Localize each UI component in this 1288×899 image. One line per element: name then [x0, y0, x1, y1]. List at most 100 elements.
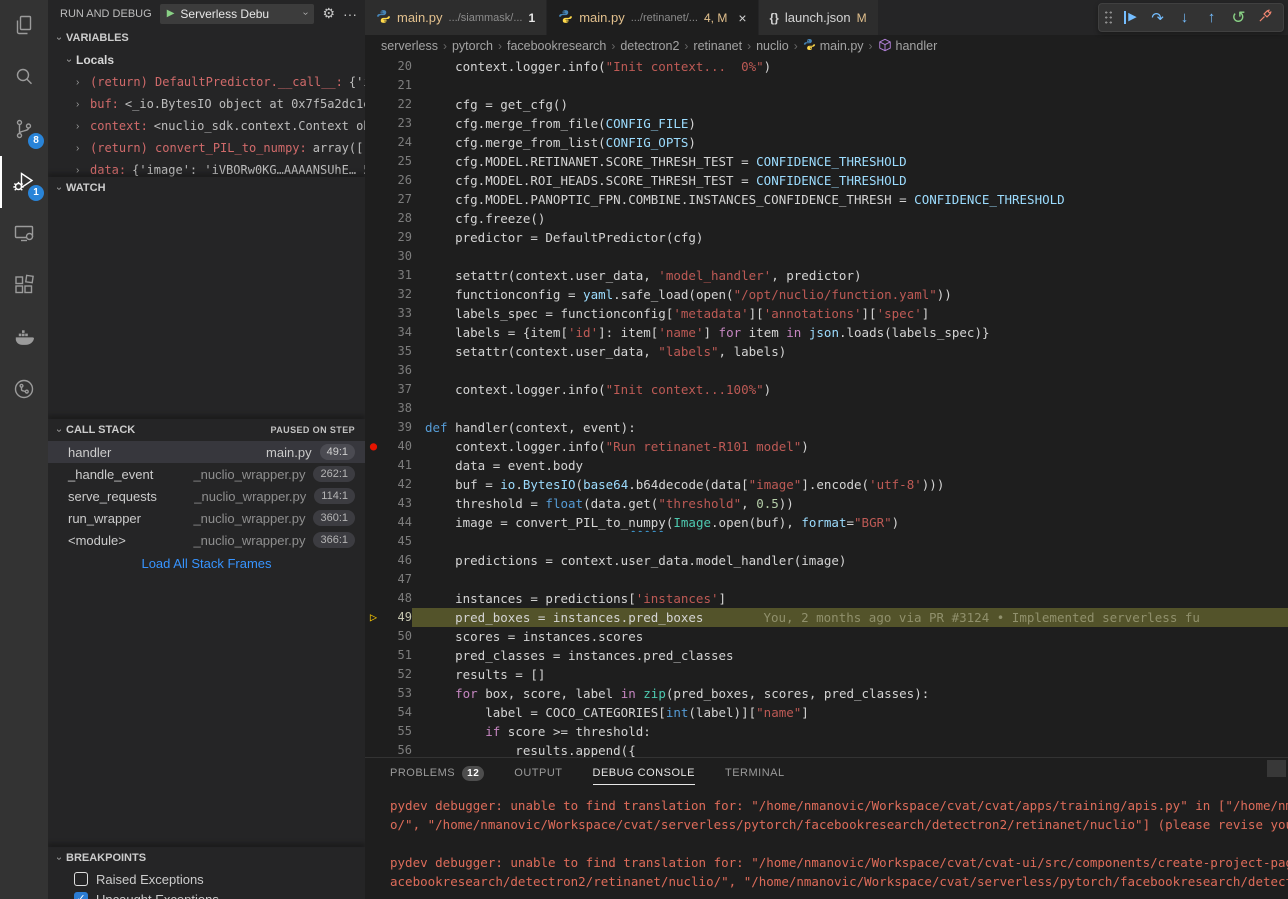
editor-tab-main.py[interactable]: main.py.../siammask/...1 — [365, 0, 547, 35]
code-line-43[interactable]: 43 threshold = float(data.get("threshold… — [365, 494, 1288, 513]
step-out-button[interactable]: ↑ — [1199, 7, 1224, 29]
activity-item-run-and-debug[interactable]: 1 — [0, 156, 48, 208]
gutter-margin[interactable] — [365, 247, 382, 266]
activity-item-docker[interactable] — [0, 312, 48, 364]
code-line-46[interactable]: 46 predictions = context.user_data.model… — [365, 551, 1288, 570]
gutter-margin[interactable] — [365, 133, 382, 152]
code-line-48[interactable]: 48 instances = predictions['instances'] — [365, 589, 1288, 608]
gutter-margin[interactable] — [365, 570, 382, 589]
gutter-margin[interactable] — [365, 513, 382, 532]
code-line-40[interactable]: ●40 context.logger.info("Run retinanet-R… — [365, 437, 1288, 456]
gutter-margin[interactable] — [365, 209, 382, 228]
step-over-button[interactable]: ↷ — [1145, 7, 1170, 29]
gutter-margin[interactable] — [365, 494, 382, 513]
variable-row[interactable]: ›context:<nuclio_sdk.context.Context obj… — [48, 115, 365, 137]
breadcrumb-item-detectron2[interactable]: detectron2 — [620, 39, 679, 53]
breadcrumb-item-serverless[interactable]: serverless — [381, 39, 438, 53]
breakpoint-row[interactable]: Raised Exceptions — [48, 869, 365, 889]
chevron-right-icon[interactable]: › — [76, 121, 90, 132]
code-line-28[interactable]: 28 cfg.freeze() — [365, 209, 1288, 228]
gutter-margin[interactable] — [365, 665, 382, 684]
code-line-30[interactable]: 30 — [365, 247, 1288, 266]
panel-tab-problems[interactable]: PROBLEMS12 — [390, 758, 484, 788]
gear-icon[interactable]: ⚙ — [322, 5, 335, 22]
call-stack-header[interactable]: › CALL STACK PAUSED ON STEP — [48, 419, 365, 441]
activity-item-explorer[interactable] — [0, 0, 48, 52]
code-line-20[interactable]: 20 context.logger.info("Init context... … — [365, 57, 1288, 76]
code-line-23[interactable]: 23 cfg.merge_from_file(CONFIG_FILE) — [365, 114, 1288, 133]
gutter-margin[interactable] — [365, 228, 382, 247]
code-line-53[interactable]: 53 for box, score, label in zip(pred_box… — [365, 684, 1288, 703]
chevron-right-icon[interactable]: › — [76, 77, 90, 88]
gutter-margin[interactable] — [365, 646, 382, 665]
code-editor[interactable]: 20 context.logger.info("Init context... … — [365, 57, 1288, 757]
stack-frame-row[interactable]: <module>_nuclio_wrapper.py366:1 — [48, 529, 365, 551]
editor-tab-main.py[interactable]: main.py.../retinanet/...4, M× — [547, 0, 758, 35]
code-line-44[interactable]: 44 image = convert_PIL_to_numpy(Image.op… — [365, 513, 1288, 532]
gutter-margin[interactable] — [365, 361, 382, 380]
code-line-41[interactable]: 41 data = event.body — [365, 456, 1288, 475]
variable-row[interactable]: ›buf:<_io.BytesIO object at 0x7f5a2dc1ec… — [48, 93, 365, 115]
variable-row[interactable]: ›(return) DefaultPredictor.__call__:{'in… — [48, 71, 365, 93]
code-line-50[interactable]: 50 scores = instances.scores — [365, 627, 1288, 646]
gutter-margin[interactable] — [365, 456, 382, 475]
gutter-margin[interactable] — [365, 380, 382, 399]
gutter-margin[interactable] — [365, 57, 382, 76]
disconnect-button[interactable] — [1253, 7, 1278, 29]
gutter-margin[interactable] — [365, 114, 382, 133]
scope-locals[interactable]: › Locals — [48, 49, 365, 71]
code-line-31[interactable]: 31 setattr(context.user_data, 'model_han… — [365, 266, 1288, 285]
gutter-margin[interactable] — [365, 323, 382, 342]
drag-handle-icon[interactable] — [1104, 10, 1113, 25]
panel-tab-terminal[interactable]: TERMINAL — [725, 758, 785, 788]
continue-button[interactable]: ▶ — [1118, 7, 1143, 29]
gutter-margin[interactable] — [365, 532, 382, 551]
gutter-margin[interactable] — [365, 190, 382, 209]
breadcrumb-item-pytorch[interactable]: pytorch — [452, 39, 493, 53]
gutter-margin[interactable]: ● — [365, 437, 382, 456]
code-line-29[interactable]: 29 predictor = DefaultPredictor(cfg) — [365, 228, 1288, 247]
more-actions-icon[interactable]: ··· — [343, 6, 357, 22]
variable-row[interactable]: ›data:{'image': 'iVBORw0KG…AAAANSUhE… 55 — [48, 159, 365, 177]
code-line-26[interactable]: 26 cfg.MODEL.ROI_HEADS.SCORE_THRESH_TEST… — [365, 171, 1288, 190]
step-into-button[interactable]: ↓ — [1172, 7, 1197, 29]
breakpoint-icon[interactable]: ● — [370, 439, 377, 453]
code-line-21[interactable]: 21 — [365, 76, 1288, 95]
activity-item-source-control[interactable]: 8 — [0, 104, 48, 156]
code-line-42[interactable]: 42 buf = io.BytesIO(base64.b64decode(dat… — [365, 475, 1288, 494]
variable-row[interactable]: ›(return) convert_PIL_to_numpy:array([[[… — [48, 137, 365, 159]
stack-frame-row[interactable]: run_wrapper_nuclio_wrapper.py360:1 — [48, 507, 365, 529]
gutter-margin[interactable] — [365, 627, 382, 646]
gutter-margin[interactable] — [365, 475, 382, 494]
chevron-right-icon[interactable]: › — [76, 143, 90, 154]
code-line-24[interactable]: 24 cfg.merge_from_list(CONFIG_OPTS) — [365, 133, 1288, 152]
gutter-margin[interactable] — [365, 304, 382, 323]
code-line-37[interactable]: 37 context.logger.info("Init context...1… — [365, 380, 1288, 399]
chevron-right-icon[interactable]: › — [76, 165, 90, 176]
checkbox[interactable]: ✓ — [74, 892, 88, 899]
activity-item-search[interactable] — [0, 52, 48, 104]
code-line-56[interactable]: 56 results.append({ — [365, 741, 1288, 757]
gutter-margin[interactable] — [365, 152, 382, 171]
gutter-margin[interactable] — [365, 76, 382, 95]
code-line-32[interactable]: 32 functionconfig = yaml.safe_load(open(… — [365, 285, 1288, 304]
code-line-39[interactable]: 39def handler(context, event): — [365, 418, 1288, 437]
start-debug-icon[interactable]: ▶ — [167, 8, 175, 19]
gutter-margin[interactable]: ▷ — [365, 608, 382, 627]
breadcrumb-item-nuclio[interactable]: nuclio — [756, 39, 789, 53]
activity-item-git-graph[interactable] — [0, 364, 48, 416]
gutter-margin[interactable] — [365, 266, 382, 285]
load-all-stack-frames-link[interactable]: Load All Stack Frames — [48, 556, 365, 571]
launch-config-dropdown[interactable]: ▶ Serverless Debu › — [160, 4, 315, 24]
gutter-margin[interactable] — [365, 399, 382, 418]
breadcrumb-item-retinanet[interactable]: retinanet — [693, 39, 742, 53]
code-line-33[interactable]: 33 labels_spec = functionconfig['metadat… — [365, 304, 1288, 323]
breadcrumb-item-main.py[interactable]: main.py — [803, 38, 864, 54]
code-line-25[interactable]: 25 cfg.MODEL.RETINANET.SCORE_THRESH_TEST… — [365, 152, 1288, 171]
code-line-54[interactable]: 54 label = COCO_CATEGORIES[int(label)]["… — [365, 703, 1288, 722]
gutter-margin[interactable] — [365, 589, 382, 608]
activity-item-remote-explorer[interactable] — [0, 208, 48, 260]
variables-header[interactable]: › VARIABLES — [48, 27, 365, 49]
watch-header[interactable]: › WATCH — [48, 177, 365, 199]
code-line-49[interactable]: ▷49 pred_boxes = instances.pred_boxesYou… — [365, 608, 1288, 627]
